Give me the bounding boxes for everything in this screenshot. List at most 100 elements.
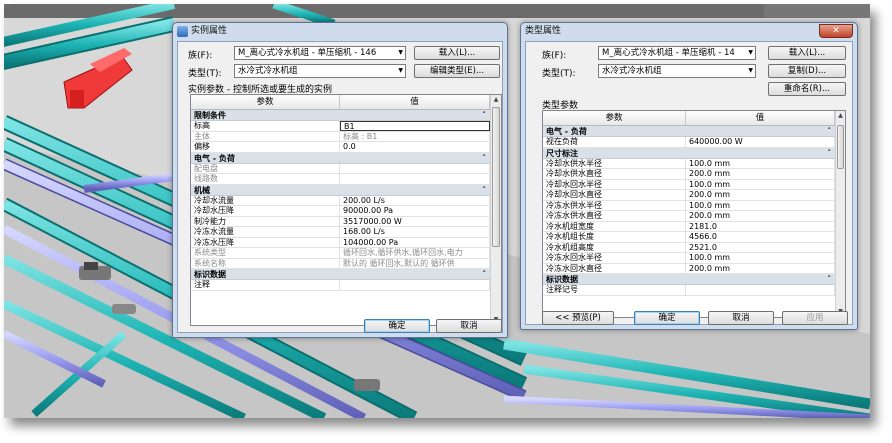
param-value-field[interactable]: 200.0 mm [686,263,835,273]
instance-grid-scrollbar[interactable]: ▲ ▼ [490,95,501,325]
instance-cancel-button[interactable]: 取消 [436,319,502,333]
grid-row[interactable]: 系统类型 循环回水,循环供水,循环回水,电力 [191,248,501,259]
param-name: 冷却水供水半径 [543,158,686,168]
grid-row[interactable]: 视在负荷 640000.00 W [543,137,845,148]
grid-row[interactable]: 注释记号 [543,285,845,296]
type-ok-button[interactable]: 确定 [634,311,700,325]
param-value-field[interactable]: 100.0 mm [686,253,835,263]
type-type-dropdown[interactable]: 水冷式冷水机组 ▼ [598,64,756,78]
grid-section-header[interactable]: 标识数据 ˄ [543,274,835,285]
grid-row[interactable]: 冷却水回水直径 200.0 mm [543,190,845,201]
param-value-field[interactable]: 100.0 mm [686,158,835,168]
col-header-value[interactable]: 值 [686,111,835,125]
grid-row[interactable]: 冷水机组高度 2521.0 [543,242,845,253]
param-value-field[interactable]: 640000.00 W [686,137,835,147]
param-value-field[interactable]: 0.0 [340,142,490,152]
collapse-chevron-icon[interactable]: ˄ [483,185,487,196]
collapse-chevron-icon[interactable]: ˄ [828,274,832,285]
instance-type-dropdown[interactable]: 水冷式冷水机组 ▼ [234,64,406,78]
duplicate-button[interactable]: 复制(D)... [768,64,846,78]
grid-row[interactable]: 冷水机组长度 4566.0 [543,232,845,243]
param-value-field[interactable]: 2181.0 [686,221,835,231]
param-value-field[interactable]: 200.00 L/s [340,195,490,205]
col-header-param[interactable]: 参数 [543,111,686,125]
scroll-thumb[interactable] [492,107,500,247]
grid-section-header[interactable]: 尺寸标注 ˄ [543,147,835,159]
grid-row[interactable]: 冷冻水压降 104000.00 Pa [191,237,501,248]
grid-row[interactable]: 冷冻水供水半径 100.0 mm [543,200,845,211]
type-load-button[interactable]: 载入(L)... [768,46,846,60]
param-value-field[interactable]: 4566.0 [686,232,835,242]
grid-row[interactable]: 冷却水回水半径 100.0 mm [543,179,845,190]
instance-family-dropdown[interactable]: M_离心式冷水机组 - 单压缩机 - 146 ▼ [234,46,406,60]
collapse-chevron-icon[interactable]: ˄ [483,269,487,280]
scroll-up-arrow-icon[interactable]: ▲ [836,111,845,121]
param-value-field[interactable]: 168.00 L/s [340,227,490,237]
grid-section-header[interactable]: 限制条件 ˄ [191,110,490,121]
grid-row[interactable]: 冷却水流量 200.00 L/s [191,195,501,206]
param-name: 冷却水回水半径 [543,179,686,189]
preview-button[interactable]: << 预览(P) [542,311,614,325]
grid-row[interactable]: 配电盘 [191,163,501,174]
instance-ok-button[interactable]: 确定 [364,319,430,333]
collapse-chevron-icon[interactable]: ˄ [828,126,832,137]
param-value-field[interactable]: 2521.0 [686,242,835,252]
grid-header: 参数 值 [191,95,501,110]
grid-row[interactable]: 标高 B1 [191,121,501,132]
param-name: 线路数 [191,174,340,184]
type-grid-scrollbar[interactable]: ▲ ▼ [835,111,845,317]
param-value-field[interactable]: 200.0 mm [686,169,835,179]
grid-row[interactable]: 冷冻水流量 168.00 L/s [191,227,501,238]
instance-grid-rows: 限制条件 ˄ 标高 B1 主体 标高 : B1 偏移 0.0 电气 - 负荷 ˄ 配电盘 线路数 机械 ˄… [191,110,501,291]
param-name: 冷冻水供水直径 [543,211,686,221]
grid-section-header[interactable]: 电气 - 负荷 ˄ [191,152,490,164]
grid-row[interactable]: 线路数 [191,174,501,185]
grid-section-header[interactable]: 电气 - 负荷 ˄ [543,126,835,137]
grid-section-header[interactable]: 标识数据 ˄ [191,269,490,280]
rename-button[interactable]: 重命名(R)... [768,82,846,96]
grid-row[interactable]: 制冷能力 3517000.00 W [191,216,501,227]
instance-dialog-titlebar[interactable]: 实例属性 [173,23,507,40]
param-value-field[interactable]: 3517000.00 W [340,216,490,226]
grid-row[interactable]: 系统名称 默认的 循环回水,默认的 循环供 [191,258,501,269]
param-value-field[interactable]: B1 [340,121,490,131]
grid-row[interactable]: 冷却水供水直径 200.0 mm [543,169,845,180]
type-family-dropdown[interactable]: M_离心式冷水机组 - 单压缩机 - 14 ▼ [598,46,756,60]
param-value-field[interactable]: 200.0 mm [686,190,835,200]
revit-app-icon [177,26,188,37]
param-value-field[interactable]: 90000.00 Pa [340,206,490,216]
close-icon[interactable]: ✕ [819,24,853,38]
type-properties-dialog: 类型属性 ✕ 族(F): M_离心式冷水机组 - 单压缩机 - 14 ▼ 载入(… [520,22,858,330]
col-header-value[interactable]: 值 [340,95,490,109]
grid-row[interactable]: 冷水机组宽度 2181.0 [543,221,845,232]
col-header-param[interactable]: 参数 [191,95,340,109]
edit-type-button[interactable]: 编辑类型(E)... [414,64,500,78]
grid-row[interactable]: 冷冻水回水直径 200.0 mm [543,263,845,274]
instance-load-button[interactable]: 载入(L)... [414,46,500,60]
grid-row[interactable]: 主体 标高 : B1 [191,131,501,142]
grid-row[interactable]: 冷冻水回水半径 100.0 mm [543,253,845,264]
param-value-field[interactable] [340,280,490,290]
type-cancel-button[interactable]: 取消 [708,311,774,325]
grid-row[interactable]: 冷却水压降 90000.00 Pa [191,206,501,217]
param-value-field[interactable]: 104000.00 Pa [340,237,490,247]
grid-section-header[interactable]: 机械 ˄ [191,184,490,196]
collapse-chevron-icon[interactable]: ˄ [828,148,832,159]
param-value-field[interactable]: 100.0 mm [686,200,835,210]
param-value-field[interactable] [686,285,835,295]
apply-button[interactable]: 应用 [782,311,848,325]
instance-family-label: 族(F): [188,51,213,61]
grid-row[interactable]: 注释 [191,280,501,291]
grid-row[interactable]: 冷却水供水半径 100.0 mm [543,158,845,169]
param-value-field: 循环回水,循环供水,循环回水,电力 [340,248,490,258]
param-value-field[interactable]: 100.0 mm [686,179,835,189]
collapse-chevron-icon[interactable]: ˄ [483,153,487,164]
param-value-field[interactable]: 200.0 mm [686,211,835,221]
scroll-up-arrow-icon[interactable]: ▲ [491,95,501,105]
scroll-thumb[interactable] [837,125,844,169]
type-dialog-titlebar[interactable]: 类型属性 ✕ [521,23,857,40]
param-name: 注释记号 [543,285,686,295]
grid-row[interactable]: 偏移 0.0 [191,142,501,153]
grid-row[interactable]: 冷冻水供水直径 200.0 mm [543,211,845,222]
collapse-chevron-icon[interactable]: ˄ [483,110,487,121]
